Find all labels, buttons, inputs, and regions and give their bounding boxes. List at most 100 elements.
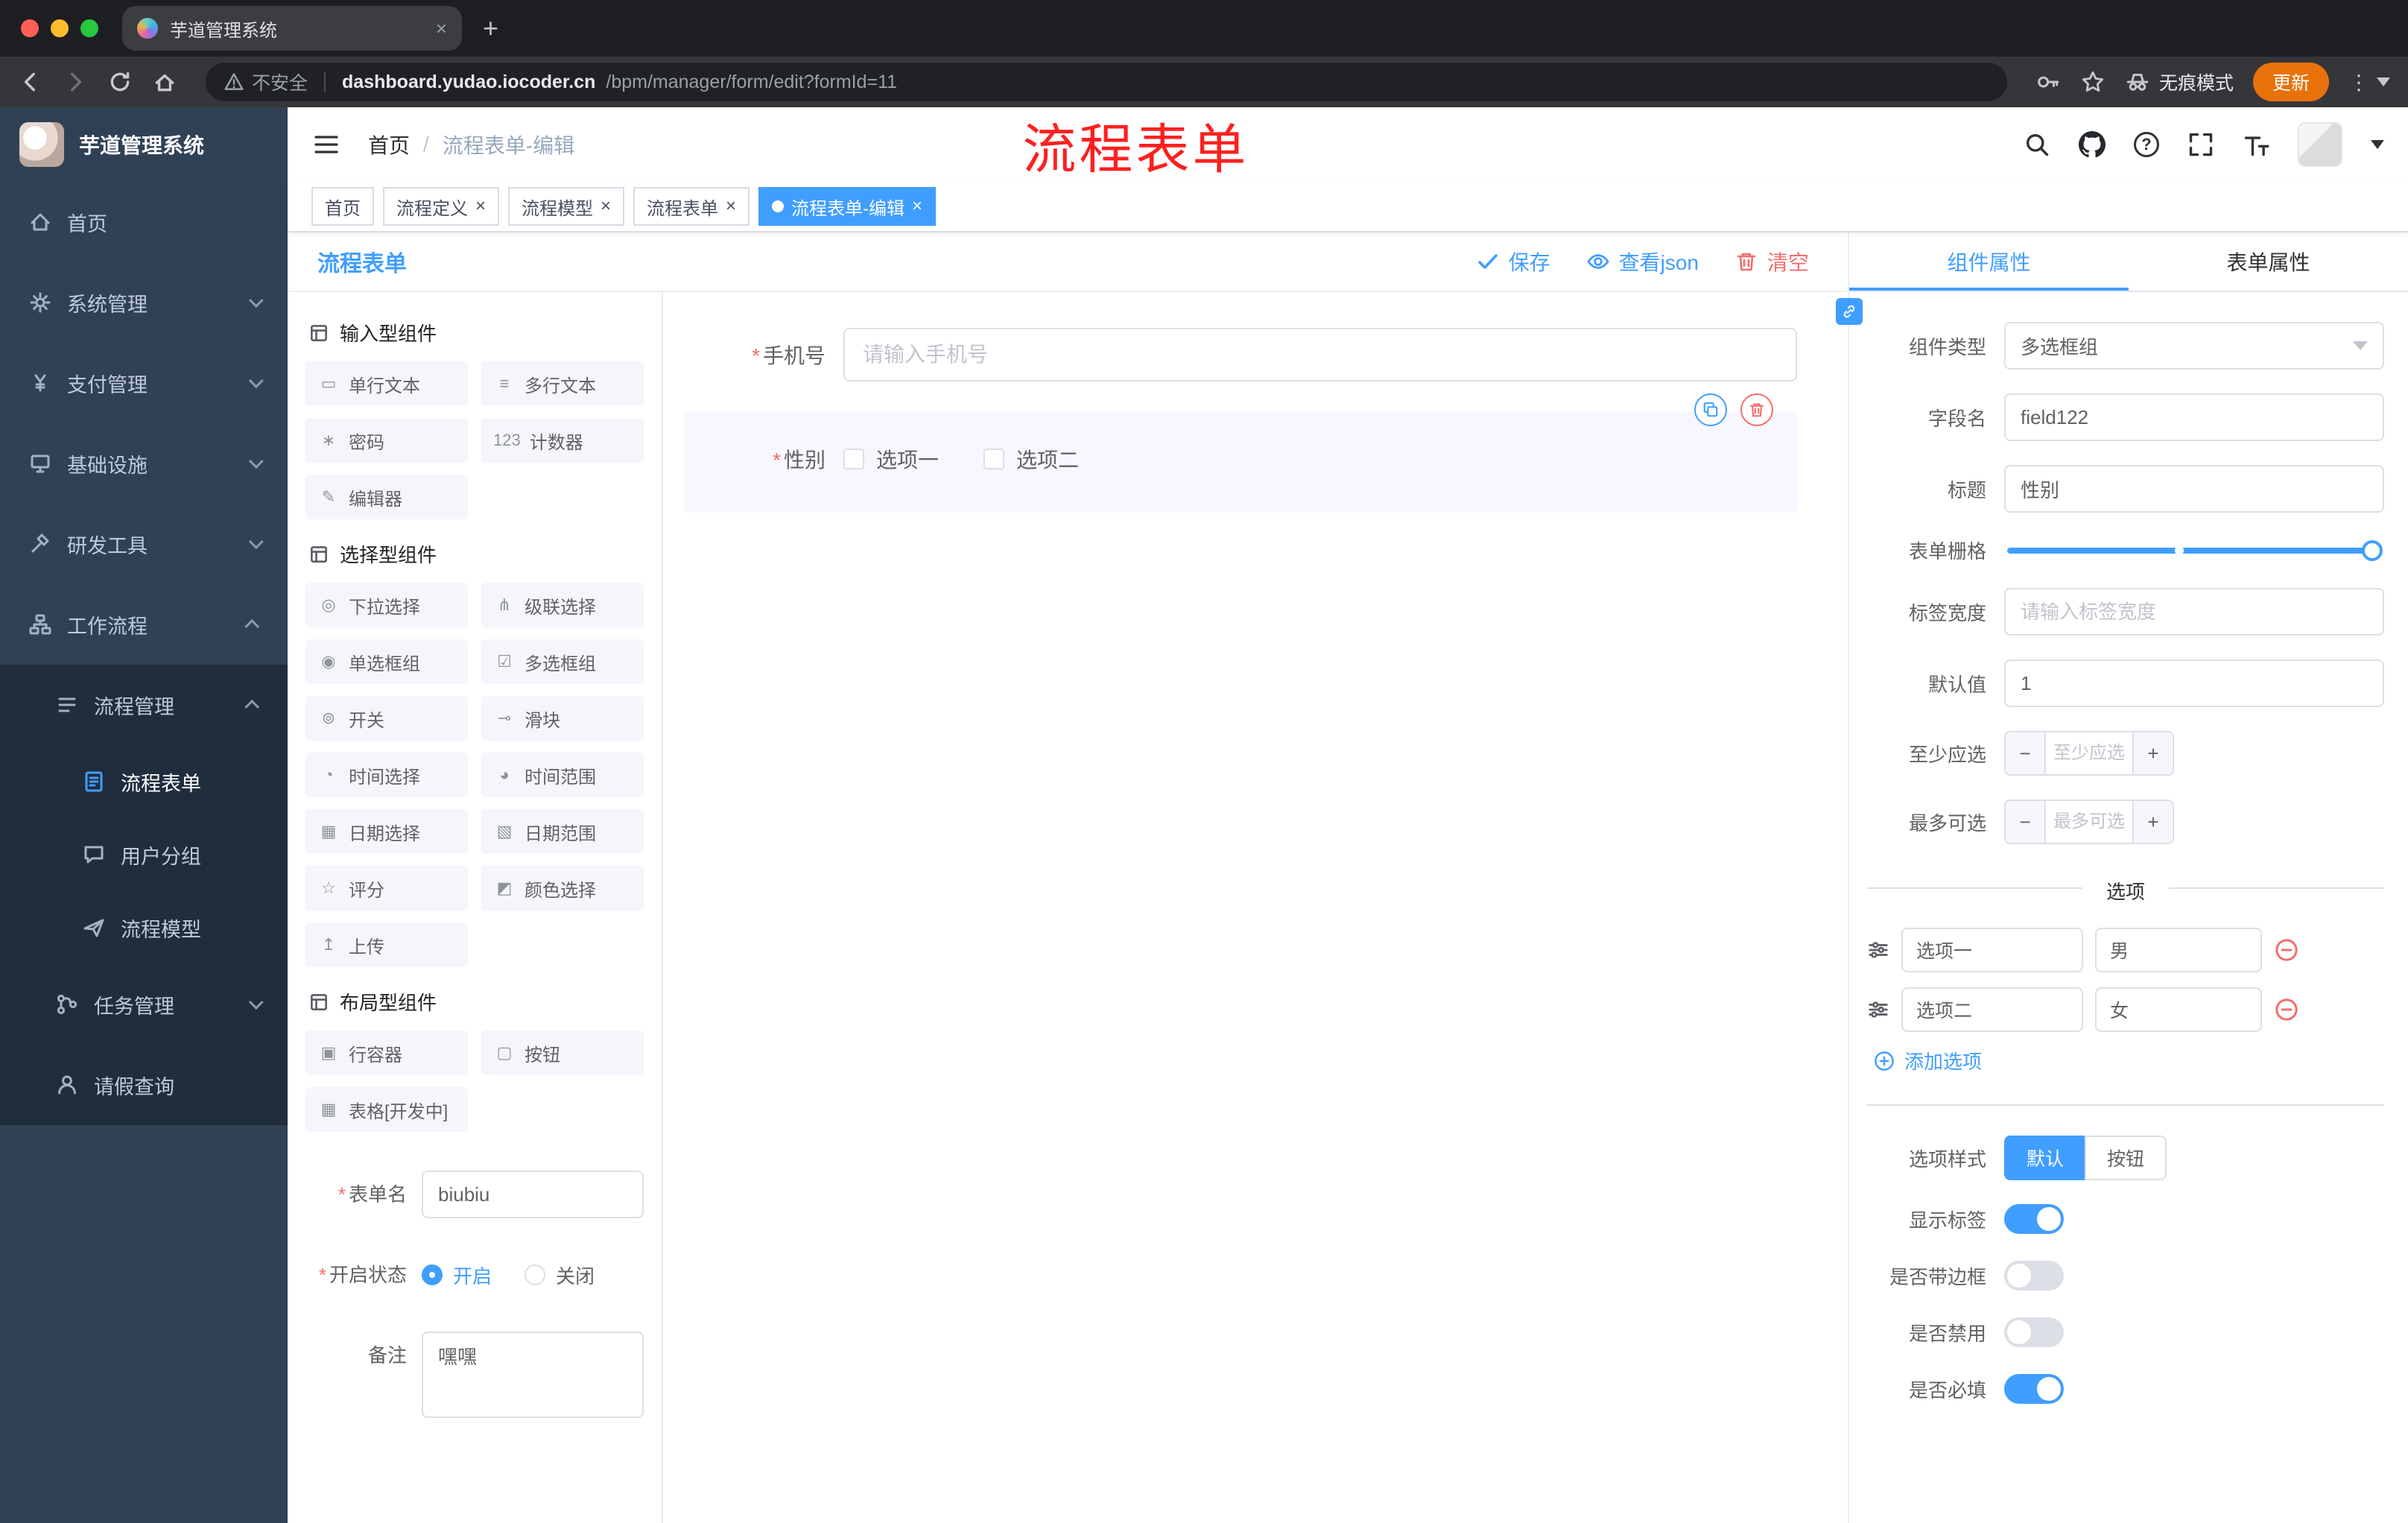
sidebar-item-payment[interactable]: 支付管理	[0, 343, 288, 423]
font-size-icon[interactable]	[2243, 131, 2269, 158]
close-icon[interactable]	[601, 196, 611, 217]
component-table[interactable]: ▦ 表格[开发中]	[305, 1087, 468, 1132]
remove-option-icon[interactable]	[2274, 997, 2299, 1022]
drag-handle-icon[interactable]	[1867, 939, 1889, 961]
phone-input[interactable]	[843, 328, 1797, 381]
minimize-window-button[interactable]	[51, 19, 69, 37]
component-checkbox-group[interactable]: ☑ 多选框组	[481, 639, 644, 684]
reload-icon[interactable]	[107, 69, 133, 95]
form-canvas[interactable]: * 手机号 请输入手机号 * 性别 选项一 选项二	[663, 292, 1848, 1523]
form-grid-slider[interactable]	[2007, 539, 2383, 561]
field-name-input[interactable]	[2004, 393, 2384, 441]
sidebar-item-home[interactable]: 首页	[0, 182, 288, 262]
option-value-input[interactable]	[2095, 987, 2262, 1032]
component-color-picker[interactable]: ◩ 颜色选择	[481, 866, 644, 911]
required-switch[interactable]	[2004, 1374, 2064, 1404]
phone-field-row[interactable]: * 手机号	[684, 322, 1797, 387]
home-icon[interactable]	[152, 69, 177, 95]
tag-process-form[interactable]: 流程表单	[633, 187, 750, 226]
gender-option-1-checkbox[interactable]: 选项一	[843, 444, 939, 474]
browser-tab[interactable]: 芋道管理系统 ×	[122, 6, 462, 51]
component-rate[interactable]: ☆ 评分	[305, 866, 468, 911]
help-icon[interactable]	[2134, 132, 2159, 157]
forward-icon[interactable]	[63, 69, 88, 95]
copy-field-button[interactable]	[1694, 393, 1727, 426]
add-option-button[interactable]: 添加选项	[1873, 1047, 2384, 1074]
tab-form-props[interactable]: 表单属性	[2129, 232, 2408, 291]
component-cascader[interactable]: ⋔ 级联选择	[481, 583, 644, 627]
component-switch[interactable]: ⊚ 开关	[305, 696, 468, 741]
sidebar-item-process-form[interactable]: 流程表单	[0, 745, 288, 818]
bookmark-star-icon[interactable]	[2080, 69, 2106, 95]
style-button-button[interactable]: 按钮	[2085, 1136, 2167, 1180]
sidebar-item-leave-query[interactable]: 请假查询	[0, 1045, 288, 1125]
close-icon[interactable]	[912, 196, 922, 217]
chevron-down-icon[interactable]	[2377, 77, 2390, 86]
component-upload[interactable]: ↥ 上传	[305, 922, 468, 967]
app-logo[interactable]: 芋道管理系统	[0, 107, 288, 182]
save-button[interactable]: 保存	[1476, 247, 1550, 276]
close-window-button[interactable]	[21, 19, 39, 37]
remove-option-icon[interactable]	[2274, 937, 2299, 963]
status-on-radio[interactable]: 开启	[422, 1261, 492, 1289]
delete-field-button[interactable]	[1740, 393, 1773, 426]
drag-handle-icon[interactable]	[1867, 998, 1889, 1021]
sidebar-item-system[interactable]: 系统管理	[0, 262, 288, 343]
show-label-switch[interactable]	[2004, 1204, 2064, 1234]
option-label-input[interactable]	[1901, 987, 2083, 1032]
minus-button[interactable]	[2006, 732, 2046, 774]
plus-button[interactable]	[2132, 732, 2173, 774]
option-label-input[interactable]	[1901, 928, 2083, 972]
maximize-window-button[interactable]	[80, 19, 98, 37]
form-name-input[interactable]	[422, 1171, 644, 1218]
gender-field-block[interactable]: * 性别 选项一 选项二	[684, 393, 1797, 513]
close-icon[interactable]	[726, 196, 736, 217]
gender-option-2-checkbox[interactable]: 选项二	[983, 444, 1079, 474]
tag-process-definition[interactable]: 流程定义	[383, 187, 500, 226]
default-value-input[interactable]	[2004, 659, 2384, 707]
address-bar[interactable]: 不安全 dashboard.yudao.iocoder.cn/bpm/manag…	[206, 63, 2007, 101]
component-button[interactable]: ▢ 按钮	[481, 1030, 644, 1075]
new-tab-button[interactable]: +	[483, 13, 498, 44]
component-time-range[interactable]: ◕ 时间范围	[481, 753, 644, 797]
sidebar-item-workflow[interactable]: 工作流程	[0, 584, 288, 665]
component-slider[interactable]: ⊸ 滑块	[481, 696, 644, 741]
plus-button[interactable]	[2132, 801, 2173, 843]
option-value-input[interactable]	[2095, 928, 2262, 972]
component-row-container[interactable]: ▣ 行容器	[305, 1030, 468, 1075]
sidebar-item-task-management[interactable]: 任务管理	[0, 964, 288, 1045]
sidebar-item-process-model[interactable]: 流程模型	[0, 891, 288, 964]
close-icon[interactable]	[475, 196, 486, 217]
tag-process-model[interactable]: 流程模型	[508, 187, 625, 226]
border-switch[interactable]	[2004, 1261, 2064, 1291]
fullscreen-icon[interactable]	[2187, 131, 2214, 158]
disabled-switch[interactable]	[2004, 1317, 2064, 1347]
min-select-input[interactable]	[2046, 732, 2132, 774]
component-dropdown[interactable]: ◎ 下拉选择	[305, 583, 468, 627]
slider-handle[interactable]	[2362, 539, 2383, 561]
label-width-input[interactable]	[2004, 588, 2384, 636]
tag-process-form-edit[interactable]: 流程表单-编辑	[758, 187, 937, 226]
component-date-picker[interactable]: ▦ 日期选择	[305, 809, 468, 854]
component-editor[interactable]: ✎ 编辑器	[305, 475, 468, 519]
style-default-button[interactable]: 默认	[2004, 1136, 2087, 1180]
search-icon[interactable]	[2024, 131, 2050, 158]
remark-textarea[interactable]: 嘿嘿	[422, 1332, 644, 1418]
tab-component-props[interactable]: 组件属性	[1849, 232, 2129, 291]
sidebar-item-user-group[interactable]: 用户分组	[0, 818, 288, 891]
hamburger-icon[interactable]	[311, 130, 341, 159]
back-icon[interactable]	[18, 69, 43, 95]
status-off-radio[interactable]: 关闭	[525, 1261, 595, 1289]
key-icon[interactable]	[2035, 69, 2061, 95]
component-single-line-text[interactable]: ▭ 单行文本	[305, 361, 468, 406]
close-tab-icon[interactable]: ×	[436, 17, 447, 40]
component-counter[interactable]: 123 计数器	[481, 418, 644, 463]
clear-button[interactable]: 清空	[1734, 247, 1809, 276]
update-button[interactable]: 更新	[2252, 63, 2329, 101]
component-password[interactable]: ∗ 密码	[305, 418, 468, 463]
component-multi-line-text[interactable]: ≡ 多行文本	[481, 361, 644, 406]
component-radio-group[interactable]: ◉ 单选框组	[305, 639, 468, 684]
sidebar-item-process-management[interactable]: 流程管理	[0, 665, 288, 745]
avatar[interactable]	[2298, 122, 2342, 167]
component-date-range[interactable]: ▧ 日期范围	[481, 809, 644, 854]
